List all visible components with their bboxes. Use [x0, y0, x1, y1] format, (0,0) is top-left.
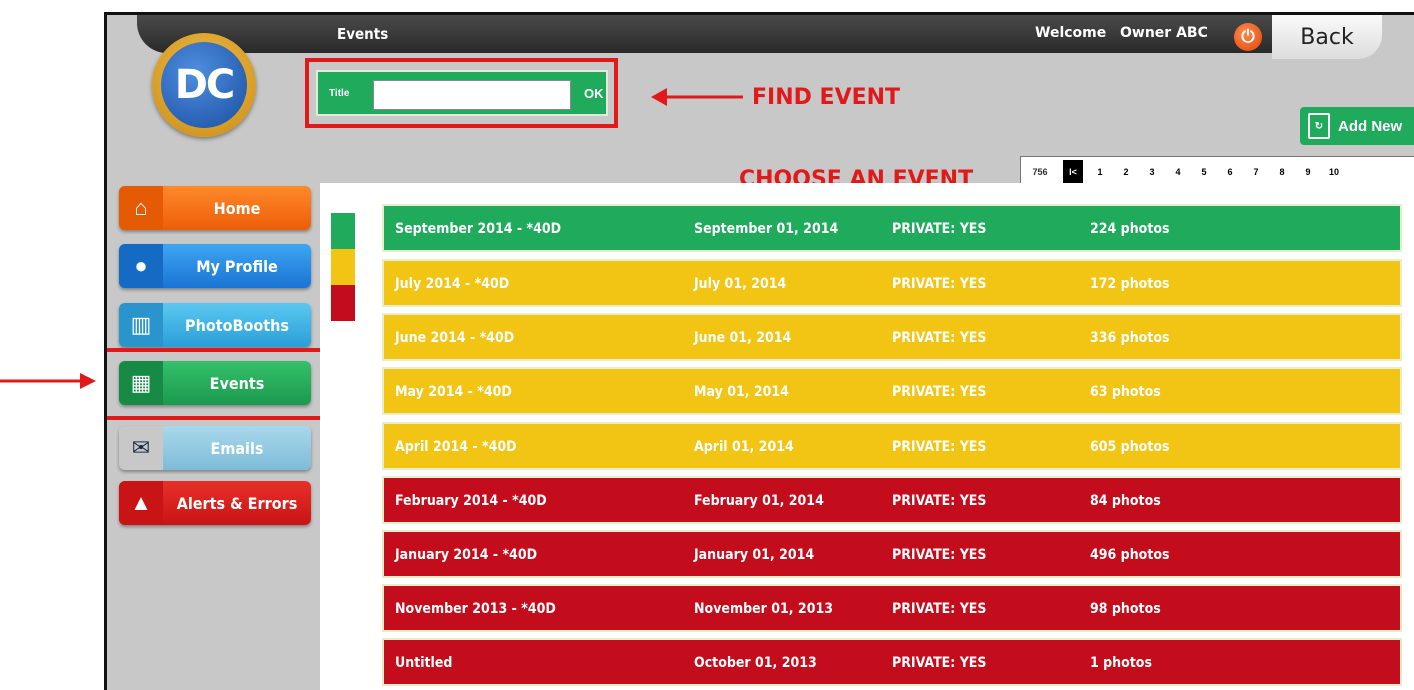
- annotation-arrow-find: [651, 88, 743, 106]
- sidebar-item-events[interactable]: ▦ Events: [119, 361, 311, 405]
- sidebar-item-photobooths[interactable]: ▥ PhotoBooths: [119, 303, 311, 347]
- find-event-highlight: Title OK: [305, 58, 618, 128]
- page-link[interactable]: 6: [1217, 167, 1243, 177]
- title-search-input[interactable]: [373, 80, 571, 110]
- event-row[interactable]: July 2014 - *40D July 01, 2014 PRIVATE: …: [382, 259, 1402, 307]
- event-title: April 2014 - *40D: [395, 439, 517, 455]
- event-title: November 2013 - *40D: [395, 601, 556, 617]
- event-title: May 2014 - *40D: [395, 384, 512, 400]
- event-row[interactable]: May 2014 - *40D May 01, 2014 PRIVATE: YE…: [382, 367, 1402, 415]
- page-link[interactable]: 8: [1269, 167, 1295, 177]
- sidebar-item-label: Events: [209, 373, 265, 393]
- event-title: Untitled: [395, 655, 453, 671]
- app-window: Events Welcome Owner ABC ⏻ Back DC Title…: [104, 12, 1414, 690]
- sidebar-item-emails[interactable]: ✉ Emails: [119, 426, 311, 470]
- back-button[interactable]: Back: [1272, 15, 1382, 59]
- event-private: PRIVATE: YES: [892, 221, 987, 237]
- event-private: PRIVATE: YES: [892, 493, 987, 509]
- annotation-arrow-events: [0, 373, 96, 389]
- page-link[interactable]: 2: [1113, 167, 1139, 177]
- event-date: July 01, 2014: [694, 276, 787, 292]
- page-link[interactable]: 1: [1087, 167, 1113, 177]
- event-title: June 2014 - *40D: [395, 330, 515, 346]
- page-link[interactable]: 3: [1139, 167, 1165, 177]
- event-date: January 01, 2014: [694, 547, 815, 563]
- sidebar-item-label: My Profile: [196, 256, 278, 276]
- event-row[interactable]: June 2014 - *40D June 01, 2014 PRIVATE: …: [382, 313, 1402, 361]
- event-title: February 2014 - *40D: [395, 493, 547, 509]
- page-link[interactable]: 9: [1295, 167, 1321, 177]
- total-count: 756: [1032, 167, 1048, 177]
- event-date: November 01, 2013: [694, 601, 833, 617]
- top-bar: Events Welcome Owner ABC ⏻: [137, 15, 1272, 53]
- event-date: February 01, 2014: [694, 493, 824, 509]
- event-date: May 01, 2014: [694, 384, 789, 400]
- page-link[interactable]: 10: [1321, 167, 1347, 177]
- home-icon: ⌂: [119, 186, 163, 230]
- page-link[interactable]: 4: [1165, 167, 1191, 177]
- event-title: January 2014 - *40D: [395, 547, 538, 563]
- page-title: Events: [337, 25, 389, 43]
- first-page-button[interactable]: I<: [1063, 160, 1083, 184]
- user-icon: ●: [119, 244, 163, 288]
- event-private: PRIVATE: YES: [892, 655, 987, 671]
- title-search-label: Title: [329, 88, 350, 99]
- search-bar: Title OK: [316, 70, 608, 116]
- sidebar-item-alerts-errors[interactable]: ▲ Alerts & Errors: [119, 481, 311, 525]
- event-photos: 98 photos: [1090, 601, 1161, 617]
- sidebar-item-my-profile[interactable]: ● My Profile: [119, 244, 311, 288]
- add-new-label: Add New: [1338, 117, 1403, 135]
- event-row[interactable]: November 2013 - *40D November 01, 2013 P…: [382, 584, 1402, 632]
- event-date: April 01, 2014: [694, 439, 794, 455]
- event-photos: 336 photos: [1090, 330, 1170, 346]
- event-private: PRIVATE: YES: [892, 330, 987, 346]
- event-row[interactable]: September 2014 - *40D September 01, 2014…: [382, 204, 1402, 252]
- event-row[interactable]: April 2014 - *40D April 01, 2014 PRIVATE…: [382, 422, 1402, 470]
- event-date: October 01, 2013: [694, 655, 817, 671]
- ok-button[interactable]: OK: [584, 86, 604, 101]
- username: Owner ABC: [1120, 25, 1208, 41]
- legend-yellow: [331, 249, 355, 285]
- sidebar-item-label: Emails: [210, 438, 264, 458]
- event-private: PRIVATE: YES: [892, 439, 987, 455]
- welcome-label: Welcome: [1035, 25, 1107, 41]
- find-event-annotation: FIND EVENT: [752, 85, 901, 110]
- event-photos: 496 photos: [1090, 547, 1170, 563]
- status-legend: [331, 213, 355, 321]
- sidebar-item-label: Alerts & Errors: [176, 493, 298, 513]
- event-title: July 2014 - *40D: [395, 276, 510, 292]
- event-photos: 84 photos: [1090, 493, 1161, 509]
- page-link[interactable]: 5: [1191, 167, 1217, 177]
- warning-icon: ▲: [119, 481, 163, 525]
- envelope-icon: ✉: [119, 426, 163, 470]
- sidebar-item-label: PhotoBooths: [185, 315, 289, 335]
- photobooth-icon: ▥: [119, 303, 163, 347]
- sidebar-item-label: Home: [213, 198, 261, 218]
- page-link[interactable]: 7: [1243, 167, 1269, 177]
- event-date: September 01, 2014: [694, 221, 839, 237]
- sidebar-item-home[interactable]: ⌂ Home: [119, 186, 311, 230]
- event-date: June 01, 2014: [694, 330, 792, 346]
- document-icon: ↻: [1308, 113, 1330, 139]
- event-private: PRIVATE: YES: [892, 547, 987, 563]
- power-icon[interactable]: ⏻: [1234, 23, 1262, 51]
- logo-text: DC: [161, 42, 247, 128]
- event-photos: 1 photos: [1090, 655, 1152, 671]
- event-photos: 172 photos: [1090, 276, 1170, 292]
- event-title: September 2014 - *40D: [395, 221, 562, 237]
- event-photos: 63 photos: [1090, 384, 1161, 400]
- logo: DC: [152, 33, 256, 137]
- event-private: PRIVATE: YES: [892, 276, 987, 292]
- add-new-button[interactable]: ↻ Add New: [1300, 107, 1414, 145]
- legend-green: [331, 213, 355, 249]
- event-row[interactable]: Untitled October 01, 2013 PRIVATE: YES 1…: [382, 638, 1402, 686]
- calendar-icon: ▦: [119, 361, 163, 405]
- event-photos: 224 photos: [1090, 221, 1170, 237]
- event-private: PRIVATE: YES: [892, 601, 987, 617]
- event-photos: 605 photos: [1090, 439, 1170, 455]
- event-private: PRIVATE: YES: [892, 384, 987, 400]
- event-row[interactable]: January 2014 - *40D January 01, 2014 PRI…: [382, 530, 1402, 578]
- event-row[interactable]: February 2014 - *40D February 01, 2014 P…: [382, 476, 1402, 524]
- legend-red: [331, 285, 355, 321]
